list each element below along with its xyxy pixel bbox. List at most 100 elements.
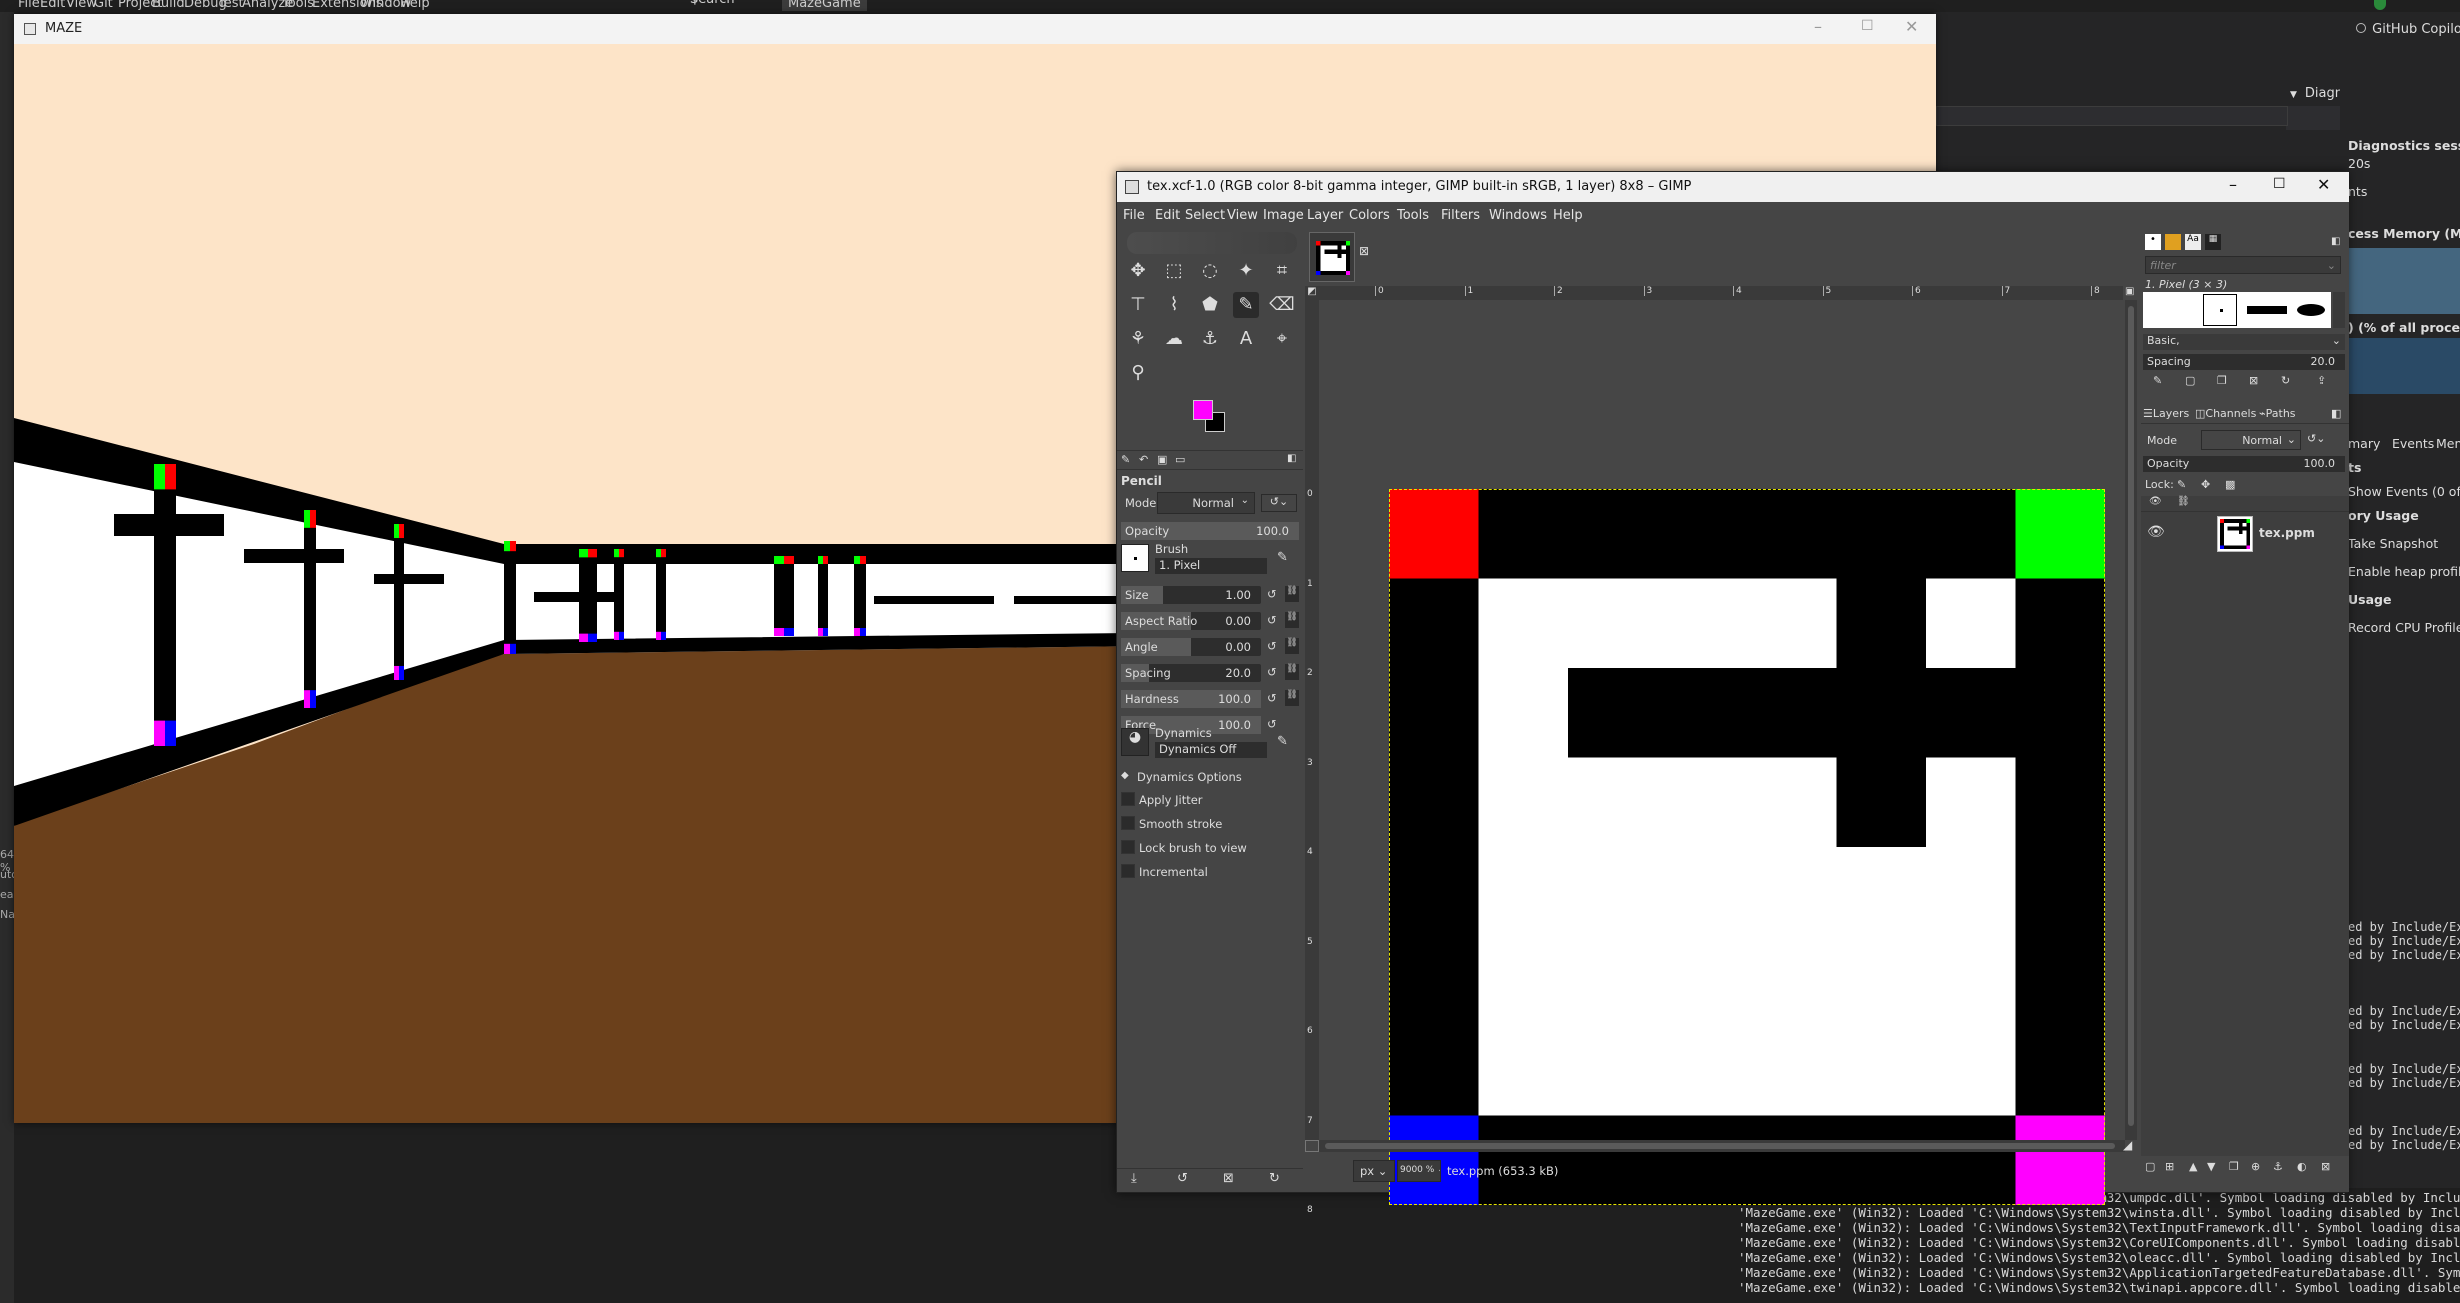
diag-tab[interactable]: Mem: [2436, 436, 2460, 451]
collapse-arrow-icon[interactable]: ▼: [2290, 90, 2297, 100]
dynamics-options-row[interactable]: ◆ Dynamics Options: [1121, 770, 1299, 788]
dynamics-preview[interactable]: ◕: [1121, 728, 1149, 756]
layer-mode-reset-icon[interactable]: ↺⌄: [2307, 432, 2325, 445]
checkbox-row[interactable]: Smooth stroke: [1117, 816, 1303, 834]
brush-grid[interactable]: [2143, 292, 2331, 328]
close-button[interactable]: ✕: [1905, 17, 1918, 36]
gimp-menu-help[interactable]: Help: [1553, 208, 1583, 223]
edit-dynamics-icon[interactable]: ✎: [1277, 734, 1288, 749]
save-options-icon[interactable]: ⤓: [1131, 1171, 1137, 1186]
vs-menu-test[interactable]: Test: [218, 0, 244, 11]
minimize-button[interactable]: –: [1814, 17, 1822, 36]
lock-pixels-icon[interactable]: ✎: [2177, 478, 2186, 491]
size-slider[interactable]: Size 1.00: [1121, 586, 1261, 604]
checkbox-row[interactable]: Lock brush to view: [1117, 840, 1303, 858]
text-tool-icon[interactable]: A: [1233, 326, 1259, 352]
gimp-menu-layer[interactable]: Layer: [1307, 208, 1343, 223]
document-history-tab-icon[interactable]: ▦: [2205, 234, 2221, 250]
angle-slider[interactable]: Angle 0.00: [1121, 638, 1261, 656]
vs-menu-view[interactable]: View: [66, 0, 97, 11]
hardness-slider[interactable]: Hardness 100.0: [1121, 690, 1261, 708]
tab-channels[interactable]: ◫Channels: [2195, 407, 2256, 420]
diag-tab[interactable]: Events: [2392, 436, 2434, 451]
smudge-tool-icon[interactable]: ☁: [1161, 326, 1187, 352]
checkbox[interactable]: [1121, 792, 1135, 806]
maximize-button[interactable]: ☐: [1861, 18, 1874, 34]
layer-row[interactable]: 👁 tex.ppm: [2141, 514, 2349, 554]
pencil-tool-icon[interactable]: ✎: [1233, 292, 1259, 318]
vs-dropdown[interactable]: [1936, 106, 2288, 126]
warp-tool-icon[interactable]: ⌇: [1161, 292, 1187, 318]
image-tab-thumbnail[interactable]: [1309, 232, 1355, 282]
eraser-tool-icon[interactable]: ⌫: [1269, 292, 1295, 318]
duplicate-layer-icon[interactable]: ❐: [2229, 1160, 2239, 1173]
undo-history-tab-icon[interactable]: ↶: [1139, 453, 1148, 466]
brush-pixel[interactable]: [2203, 294, 2237, 326]
spacing-slider[interactable]: Spacing 20.0: [1121, 664, 1261, 682]
mode-reset-icon[interactable]: ↺⌄: [1261, 494, 1297, 512]
layer-mask-icon[interactable]: ◐: [2297, 1160, 2307, 1173]
checkbox[interactable]: [1121, 864, 1135, 878]
duplicate-brush-icon[interactable]: ❐: [2217, 374, 2227, 387]
vertical-scrollbar[interactable]: [2125, 300, 2137, 1140]
horizontal-ruler[interactable]: 0 1 2 3 4 5 6 7 8: [1319, 286, 2123, 300]
brush-filter-input[interactable]: filter ⌄: [2145, 256, 2341, 274]
brush-spacing-slider[interactable]: Spacing 20.0: [2143, 354, 2345, 370]
reset-icon[interactable]: ↺: [1267, 665, 1277, 679]
move-tool-icon[interactable]: ✥: [1125, 258, 1151, 284]
gimp-menu-colors[interactable]: Colors: [1349, 208, 1390, 223]
brush-ellipse[interactable]: [2297, 304, 2325, 316]
dynamics-field[interactable]: Dynamics Off: [1155, 742, 1267, 758]
zoom-select[interactable]: 9000 % ⌄: [1397, 1160, 1441, 1182]
rect-select-tool-icon[interactable]: ⬚: [1161, 258, 1187, 284]
zoom-tool-icon[interactable]: ⚲: [1125, 360, 1151, 386]
gimp-menu-file[interactable]: File: [1123, 208, 1145, 223]
color-picker-tool-icon[interactable]: ⌖: [1269, 326, 1295, 352]
image-viewport[interactable]: [1319, 300, 2125, 1205]
checkbox[interactable]: [1121, 840, 1135, 854]
eye-icon[interactable]: 👁: [2147, 524, 2165, 540]
free-select-tool-icon[interactable]: ◌: [1197, 258, 1223, 284]
lower-layer-icon[interactable]: ▼: [2207, 1160, 2215, 1173]
reset-options-icon[interactable]: ↻: [1269, 1171, 1280, 1186]
edit-brush-icon[interactable]: ✎: [1277, 550, 1288, 565]
reset-icon[interactable]: ↺: [1267, 587, 1277, 601]
opacity-slider[interactable]: Opacity 100.0: [1121, 522, 1299, 540]
texture-image[interactable]: [1389, 489, 2105, 1205]
brush-tag-select[interactable]: Basic, ⌄: [2143, 334, 2345, 350]
gimp-menu-filters[interactable]: Filters: [1441, 208, 1480, 223]
diag-show-events[interactable]: Show Events (0 of 0): [2348, 484, 2460, 499]
checkbox[interactable]: [1121, 816, 1135, 830]
gimp-menu-view[interactable]: View: [1227, 208, 1258, 223]
tool-options-tab-icon[interactable]: ✎: [1121, 453, 1130, 466]
tab-layers[interactable]: ☰Layers: [2143, 407, 2189, 420]
merge-layer-icon[interactable]: ⊕: [2251, 1160, 2260, 1173]
unit-select[interactable]: px ⌄: [1353, 1160, 1395, 1182]
edit-brush-icon[interactable]: ✎: [2153, 374, 2162, 387]
fg-color-swatch[interactable]: [1193, 400, 1213, 420]
brushes-tab-icon[interactable]: •: [2145, 234, 2161, 250]
fuzzy-select-tool-icon[interactable]: ✦: [1233, 258, 1259, 284]
brush-scrollbar[interactable]: [2333, 292, 2345, 328]
vs-menu-help[interactable]: Help: [400, 0, 430, 11]
quick-mask-toggle[interactable]: [1305, 1140, 1319, 1152]
link-icon[interactable]: ⛓: [1285, 690, 1299, 706]
close-image-tab-icon[interactable]: ⊠: [1359, 244, 1369, 258]
diag-tab[interactable]: mary: [2348, 436, 2380, 451]
new-layer-icon[interactable]: ▢: [2145, 1160, 2155, 1173]
gimp-menu-select[interactable]: Select: [1185, 208, 1225, 223]
images-tab-icon[interactable]: ▣: [1157, 453, 1167, 466]
brush-block[interactable]: [2247, 306, 2287, 314]
link-icon[interactable]: ⛓: [1285, 612, 1299, 628]
clone-tool-icon[interactable]: ⚘: [1125, 326, 1151, 352]
checkbox-row[interactable]: Apply Jitter: [1117, 792, 1303, 810]
delete-brush-icon[interactable]: ⊠: [2249, 374, 2258, 387]
mode-select[interactable]: Normal ⌄: [1157, 492, 1255, 514]
text-transform-tool-icon[interactable]: ⊤: [1125, 292, 1151, 318]
gimp-menu-windows[interactable]: Windows: [1489, 208, 1547, 223]
vs-menu-file[interactable]: File: [18, 0, 40, 11]
gimp-close-button[interactable]: ✕: [2317, 175, 2330, 194]
gimp-maximize-button[interactable]: ☐: [2273, 176, 2286, 192]
vs-menu-tools[interactable]: Tools: [282, 0, 314, 11]
reset-icon[interactable]: ↺: [1267, 691, 1277, 705]
